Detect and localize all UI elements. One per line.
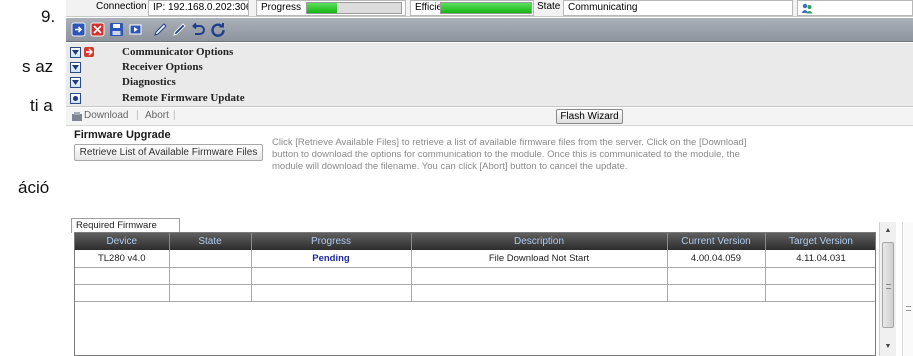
option-label: Communicator Options [122, 46, 234, 58]
firmware-instructions: Click [Retrieve Available Files] to retr… [272, 137, 747, 172]
cell-description: File Download Not Start [411, 250, 668, 268]
firmware-files-grid: Device State Progress Description Curren… [74, 232, 876, 356]
save-button[interactable] [108, 21, 125, 38]
option-label: Diagnostics [122, 76, 176, 88]
disconnect-icon [90, 22, 105, 37]
separator: | [173, 110, 176, 121]
download-icon [72, 112, 82, 121]
connection-value: IP: 192.168.0.202:3062 [148, 0, 249, 16]
chevron-down-icon[interactable] [70, 61, 81, 73]
option-remote-firmware-update[interactable]: Remote Firmware Update [70, 91, 245, 105]
progress-fill [307, 3, 338, 13]
cell-progress: Pending [251, 250, 412, 268]
refresh-icon [210, 22, 225, 37]
cell-state [169, 250, 252, 268]
status-extra-cell [797, 0, 913, 16]
cell-target-version: 4.11.04.031 [765, 250, 875, 268]
grid-scrollbar[interactable]: ▲ ▼ [879, 222, 896, 356]
table-header-row: Device State Progress Description Curren… [75, 233, 875, 250]
save-icon [110, 23, 123, 36]
connection-label: Connection [96, 1, 147, 12]
options-panel: Communicator Options Receiver Options Di… [66, 43, 913, 107]
toolbar [66, 18, 913, 42]
state-label: State [537, 1, 561, 12]
doc-text-fragment: áció [18, 178, 50, 197]
undo-button[interactable] [190, 21, 207, 38]
scroll-up-icon[interactable]: ▲ [882, 224, 894, 236]
status-bar: Connection IP: 192.168.0.202:3062 Progre… [66, 0, 913, 17]
table-row[interactable]: TL280 v4.0 Pending File Download Not Sta… [75, 250, 875, 268]
send-icon [129, 24, 142, 35]
column-header-description[interactable]: Description [411, 233, 668, 250]
firmware-table: Device State Progress Description Curren… [75, 233, 875, 302]
disconnect-button[interactable] [89, 21, 106, 38]
expanded-indicator-icon[interactable] [70, 92, 81, 104]
pencil-icon [154, 23, 167, 36]
connect-icon [71, 22, 86, 37]
cell-current-version: 4.00.04.059 [667, 250, 766, 268]
column-header-progress[interactable]: Progress [251, 233, 412, 250]
users-icon[interactable] [801, 2, 813, 14]
grip-icon [886, 284, 891, 289]
pencil-icon [173, 23, 186, 36]
cell-device: TL280 v4.0 [75, 250, 170, 268]
option-label: Receiver Options [122, 61, 203, 73]
chevron-down-icon[interactable] [70, 76, 81, 88]
application-window: Connection IP: 192.168.0.202:3062 Progre… [66, 0, 913, 356]
column-header-current-version[interactable]: Current Version [667, 233, 766, 250]
edit-alt-button[interactable] [171, 21, 188, 38]
progress-label: Progress [261, 2, 302, 13]
retrieve-firmware-files-button[interactable]: Retrieve List of Available Firmware File… [74, 144, 263, 161]
column-header-device[interactable]: Device [75, 233, 170, 250]
doc-text-fragment: 9. [41, 7, 56, 26]
table-row-empty [75, 267, 875, 285]
tools-icon [84, 47, 94, 57]
efficiency-bar [440, 2, 532, 14]
flash-wizard-button[interactable]: Flash Wizard [556, 109, 623, 124]
scroll-down-icon[interactable]: ▼ [882, 340, 894, 352]
firmware-action-bar: Download | Abort | Flash Wizard [66, 108, 913, 126]
grip-icon [906, 306, 911, 311]
abort-button[interactable]: Abort [145, 110, 169, 121]
doc-text-fragment: ti a [30, 96, 53, 115]
option-communicator[interactable]: Communicator Options [70, 45, 233, 59]
table-row-empty [75, 284, 875, 302]
firmware-upgrade-title: Firmware Upgrade [74, 129, 171, 141]
option-receiver[interactable]: Receiver Options [70, 60, 203, 74]
edit-button[interactable] [152, 21, 169, 38]
separator: | [136, 110, 139, 121]
column-header-state[interactable]: State [169, 233, 252, 250]
efficiency-fill [441, 3, 531, 13]
column-header-target-version[interactable]: Target Version [765, 233, 875, 250]
state-value: Communicating [563, 0, 793, 16]
connect-button[interactable] [70, 21, 87, 38]
option-diagnostics[interactable]: Diagnostics [70, 75, 176, 89]
tab-required-firmware-files[interactable]: Required Firmware File(s) [71, 218, 180, 245]
option-label: Remote Firmware Update [122, 92, 245, 104]
window-scrollbar[interactable] [902, 222, 913, 356]
scroll-thumb[interactable] [882, 242, 894, 328]
undo-icon [192, 22, 205, 35]
progress-bar [306, 2, 402, 14]
download-button[interactable]: Download [84, 110, 128, 121]
refresh-button[interactable] [209, 21, 226, 38]
chevron-down-icon[interactable] [70, 46, 81, 58]
background-document: 9. s az ti a áció [0, 0, 66, 356]
send-button[interactable] [127, 21, 144, 38]
doc-text-fragment: s az [22, 57, 54, 76]
